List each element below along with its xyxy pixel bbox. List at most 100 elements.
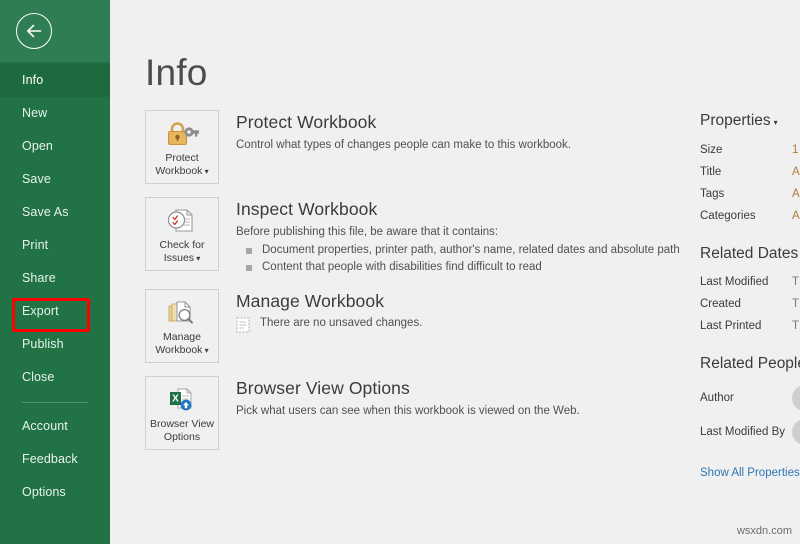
chevron-down-icon: ▾ bbox=[194, 254, 201, 263]
backstage-sidebar: Info New Open Save Save As Print Share E… bbox=[0, 0, 110, 544]
property-name: Last Modified By bbox=[700, 426, 786, 438]
tile-label-line1: Manage bbox=[163, 331, 201, 343]
document-stack-search-icon bbox=[166, 298, 198, 328]
property-name: Size bbox=[700, 144, 723, 156]
sidebar-item-save-as[interactable]: Save As bbox=[0, 196, 110, 229]
lock-key-icon bbox=[165, 119, 199, 149]
sidebar-nav: Info New Open Save Save As Print Share E… bbox=[0, 62, 110, 509]
property-name: Tags bbox=[700, 188, 725, 200]
property-value: T bbox=[792, 320, 800, 332]
section-manage-workbook: Manage Workbook ▾ Manage Workbook There … bbox=[145, 289, 705, 363]
property-row-last-modified-by: Last Modified By bbox=[700, 415, 800, 449]
property-row-categories: Categories A bbox=[700, 205, 800, 227]
section-heading: Protect Workbook bbox=[236, 112, 377, 132]
svg-text:X: X bbox=[172, 394, 179, 405]
sidebar-separator bbox=[22, 402, 88, 403]
chevron-down-icon: ▾ bbox=[202, 167, 209, 176]
tile-label-line2: Workbook bbox=[155, 344, 203, 356]
browser-view-options-button[interactable]: X Browser View Options bbox=[145, 376, 219, 450]
sidebar-item-options[interactable]: Options bbox=[0, 476, 110, 509]
sidebar-item-label: Print bbox=[22, 238, 49, 252]
sidebar-item-label: Save bbox=[22, 172, 51, 186]
property-name: Title bbox=[700, 166, 722, 178]
chevron-down-icon: ▾ bbox=[773, 118, 778, 127]
properties-pane: Properties ▾ Size 1 Title A Tags A Catego… bbox=[700, 112, 800, 479]
tile-label: Manage Workbook ▾ bbox=[153, 331, 210, 357]
tile-label-line2: Workbook bbox=[155, 165, 203, 177]
property-value: A bbox=[792, 210, 800, 222]
related-people-header: Related People bbox=[700, 355, 800, 372]
property-name: Categories bbox=[700, 210, 756, 222]
sidebar-item-print[interactable]: Print bbox=[0, 229, 110, 262]
property-row-author: Author bbox=[700, 381, 800, 415]
property-name: Author bbox=[700, 392, 734, 404]
list-item: Document properties, printer path, autho… bbox=[236, 243, 705, 259]
watermark: wsxdn.com bbox=[736, 525, 792, 537]
section-body: Browser View Options Pick what users can… bbox=[236, 376, 705, 450]
tile-label: Browser View Options bbox=[148, 418, 216, 444]
section-inspect-workbook: Check for Issues ▾ Inspect Workbook Befo… bbox=[145, 197, 705, 276]
sidebar-item-new[interactable]: New bbox=[0, 97, 110, 130]
property-value: A bbox=[792, 166, 800, 178]
sidebar-item-label: Options bbox=[22, 485, 66, 499]
section-heading: Browser View Options bbox=[236, 378, 410, 398]
property-row-created: Created T bbox=[700, 293, 800, 315]
sidebar-item-label: Save As bbox=[22, 205, 69, 219]
sidebar-item-feedback[interactable]: Feedback bbox=[0, 443, 110, 476]
show-all-properties-link[interactable]: Show All Properties bbox=[700, 467, 800, 479]
sidebar-item-close[interactable]: Close bbox=[0, 361, 110, 394]
tile-label-line1: Check for bbox=[159, 239, 205, 251]
property-value: A bbox=[792, 188, 800, 200]
section-heading: Manage Workbook bbox=[236, 291, 385, 311]
tile-label: Check for Issues ▾ bbox=[158, 239, 207, 265]
sidebar-item-share[interactable]: Share bbox=[0, 262, 110, 295]
tile-label: Protect Workbook ▾ bbox=[153, 152, 210, 178]
sidebar-item-save[interactable]: Save bbox=[0, 163, 110, 196]
excel-backstage-view: Info New Open Save Save As Print Share E… bbox=[0, 0, 800, 544]
sidebar-item-label: Info bbox=[22, 73, 44, 87]
section-browser-view-options: X Browser View Options Browser View Opti… bbox=[145, 376, 705, 450]
sidebar-item-info[interactable]: Info bbox=[0, 64, 110, 97]
unsaved-changes-note: There are no unsaved changes. bbox=[236, 317, 705, 333]
tile-label-line2: Issues bbox=[163, 252, 195, 264]
info-sections: Protect Workbook ▾ Protect Workbook Cont… bbox=[145, 110, 705, 463]
sidebar-item-open[interactable]: Open bbox=[0, 130, 110, 163]
tile-label-line2: Options bbox=[163, 431, 201, 443]
property-row-tags: Tags A bbox=[700, 183, 800, 205]
inspect-bullet-list: Document properties, printer path, autho… bbox=[236, 243, 705, 275]
property-name: Created bbox=[700, 298, 741, 310]
property-value: T bbox=[792, 276, 800, 288]
sidebar-item-label: Open bbox=[22, 139, 53, 153]
property-name: Last Modified bbox=[700, 276, 769, 288]
section-description: Pick what users can see when this workbo… bbox=[236, 405, 580, 417]
note-text: There are no unsaved changes. bbox=[260, 317, 423, 329]
sidebar-item-label: Account bbox=[22, 419, 68, 433]
sidebar-item-label: New bbox=[22, 106, 48, 120]
page-title: Info bbox=[145, 52, 208, 93]
property-row-last-printed: Last Printed T bbox=[700, 315, 800, 337]
related-dates-header: Related Dates bbox=[700, 245, 799, 262]
back-band bbox=[0, 0, 110, 62]
sidebar-item-publish[interactable]: Publish bbox=[0, 328, 110, 361]
property-value: 1 bbox=[792, 144, 799, 156]
sidebar-item-label: Close bbox=[22, 370, 55, 384]
manage-workbook-button[interactable]: Manage Workbook ▾ bbox=[145, 289, 219, 363]
avatar bbox=[792, 419, 800, 445]
sidebar-item-label: Publish bbox=[22, 337, 64, 351]
back-arrow-icon[interactable] bbox=[16, 13, 52, 49]
sidebar-item-export[interactable]: Export bbox=[0, 295, 110, 328]
properties-header-label: Properties bbox=[700, 112, 771, 129]
sidebar-item-label: Feedback bbox=[22, 452, 78, 466]
protect-workbook-button[interactable]: Protect Workbook ▾ bbox=[145, 110, 219, 184]
section-description: Control what types of changes people can… bbox=[236, 139, 571, 151]
properties-header[interactable]: Properties ▾ bbox=[700, 112, 800, 130]
property-name: Last Printed bbox=[700, 320, 762, 332]
sidebar-item-account[interactable]: Account bbox=[0, 410, 110, 443]
sidebar-item-label: Export bbox=[22, 304, 59, 318]
list-item: Content that people with disabilities fi… bbox=[236, 260, 705, 276]
sidebar-item-label: Share bbox=[22, 271, 56, 285]
property-row-last-modified: Last Modified T bbox=[700, 271, 800, 293]
document-inspect-icon bbox=[166, 206, 198, 236]
check-for-issues-button[interactable]: Check for Issues ▾ bbox=[145, 197, 219, 271]
backstage-content: Info Protect Workbook ▾ Protect Workbook… bbox=[110, 0, 800, 544]
